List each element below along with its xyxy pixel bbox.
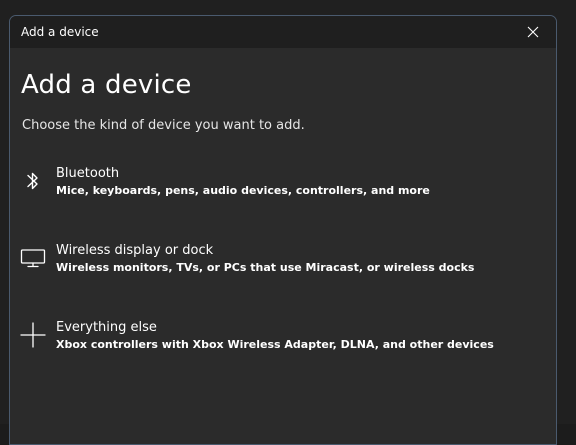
page-title: Add a device [21,70,192,100]
option-bluetooth-description: Mice, keyboards, pens, audio devices, co… [56,184,430,197]
option-bluetooth[interactable]: Bluetooth Mice, keyboards, pens, audio d… [10,166,556,226]
option-wireless-display-title: Wireless display or dock [56,243,214,258]
option-wireless-display[interactable]: Wireless display or dock Wireless monito… [10,243,556,303]
page-subtitle: Choose the kind of device you want to ad… [22,118,305,133]
dialog-titlebar: Add a device [10,16,556,48]
option-everything-else-description: Xbox controllers with Xbox Wireless Adap… [56,338,494,351]
plus-icon [20,320,46,350]
monitor-icon [20,243,46,273]
window-title: Add a device [21,25,99,39]
option-everything-else[interactable]: Everything else Xbox controllers with Xb… [10,320,556,380]
option-wireless-display-description: Wireless monitors, TVs, or PCs that use … [56,261,475,274]
option-bluetooth-title: Bluetooth [56,166,120,181]
option-everything-else-title: Everything else [56,320,157,335]
close-button[interactable] [510,16,556,48]
close-icon [527,26,539,38]
add-device-dialog: Add a device Add a device Choose the kin… [9,15,557,445]
bluetooth-icon [20,166,46,196]
